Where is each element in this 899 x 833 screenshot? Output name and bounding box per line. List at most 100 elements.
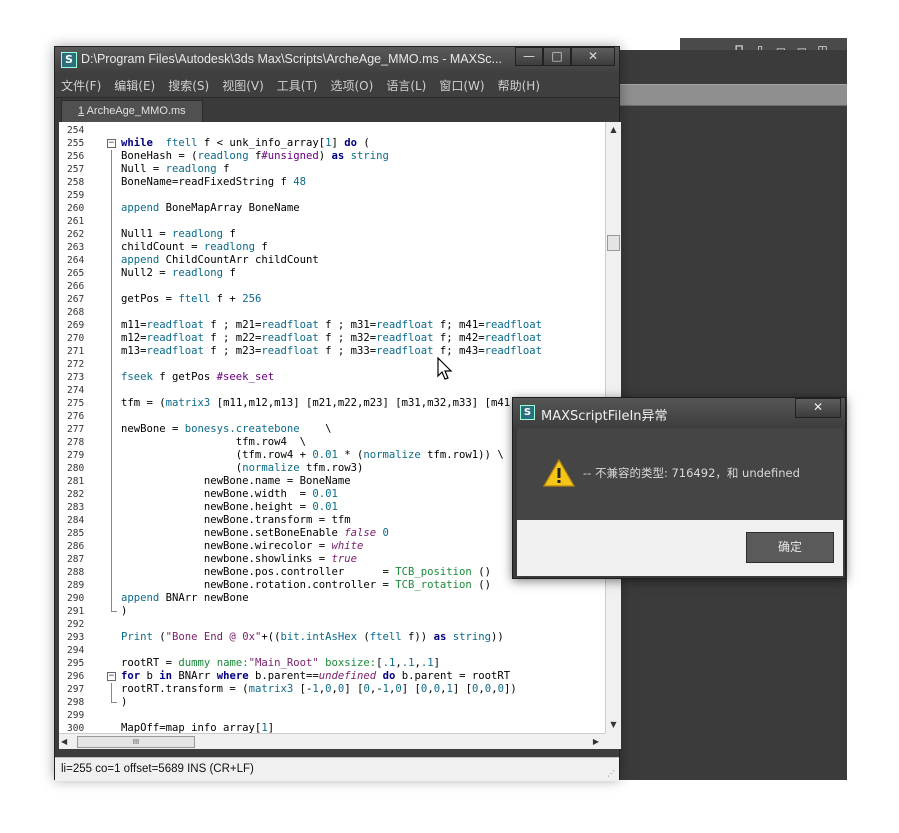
horizontal-scroll-thumb[interactable]: III (77, 736, 195, 748)
line-number: 286 (67, 541, 85, 552)
menu-bar: 文件(F) 编辑(E) 搜索(S) 视图(V) 工具(T) 选项(O) 语言(L… (55, 73, 619, 97)
resize-grip-icon[interactable]: ⋰ (607, 769, 615, 778)
mouse-cursor-icon (437, 357, 453, 380)
fold-guide (111, 371, 112, 384)
code-line[interactable]: 268 (59, 306, 599, 319)
menu-search[interactable]: 搜索(S) (168, 77, 209, 94)
fold-guide (111, 293, 112, 306)
code-line[interactable]: 274 (59, 384, 599, 397)
code-text: newbone.showlinks = true (121, 553, 357, 565)
code-line[interactable]: 260 append BoneMapArray BoneName (59, 202, 599, 215)
menu-edit[interactable]: 编辑(E) (114, 77, 155, 94)
code-line[interactable]: 266 (59, 280, 599, 293)
code-line[interactable]: 272 (59, 358, 599, 371)
code-line[interactable]: 291) (59, 605, 599, 618)
line-number: 294 (67, 645, 85, 656)
line-number: 257 (67, 164, 85, 175)
code-line[interactable]: 295 rootRT = dummy name:"Main_Root" boxsi… (59, 657, 599, 670)
code-line[interactable]: 269 m11=readfloat f ; m21=readfloat f ; m… (59, 319, 599, 332)
menu-window[interactable]: 窗口(W) (439, 77, 484, 94)
horizontal-scrollbar[interactable]: ◀ III ▶ (59, 733, 605, 749)
code-line[interactable]: 290 append BNArr newBone (59, 592, 599, 605)
dialog-title-bar[interactable]: S MAXScriptFileIn异常 ✕ (513, 398, 845, 428)
line-number: 277 (67, 424, 85, 435)
code-line[interactable]: 259 (59, 189, 599, 202)
code-text: getPos = ftell f + 256 (121, 293, 262, 305)
fold-guide (111, 228, 112, 241)
scroll-up-arrow-icon[interactable]: ▲ (606, 122, 621, 138)
line-number: 254 (67, 125, 85, 136)
menu-help[interactable]: 帮助(H) (498, 77, 540, 94)
code-line[interactable]: 263 childCount = readlong f (59, 241, 599, 254)
fold-end-guide (111, 696, 117, 703)
fold-guide (111, 254, 112, 267)
code-line[interactable]: 273 fseek f getPos #seek_set (59, 371, 599, 384)
fold-toggle-icon[interactable]: − (107, 139, 116, 148)
code-line[interactable]: 258 BoneName=readFixedString f 48 (59, 176, 599, 189)
scroll-down-arrow-icon[interactable]: ▼ (606, 717, 621, 733)
vertical-scroll-thumb[interactable] (607, 235, 620, 251)
scroll-left-arrow-icon[interactable]: ◀ (61, 734, 67, 750)
code-text: BoneHash = (readlong f#unsigned) as stri… (121, 150, 389, 162)
code-text: newBone.width = 0.01 (121, 488, 338, 500)
code-line[interactable]: 254 (59, 124, 599, 137)
code-line[interactable]: 271 m13=readfloat f ; m23=readfloat f ; m… (59, 345, 599, 358)
code-line[interactable]: 270 m12=readfloat f ; m22=readfloat f ; m… (59, 332, 599, 345)
code-line[interactable]: 296 − for b in BNArr where b.parent==undef… (59, 670, 599, 683)
ok-button[interactable]: 确定 (746, 532, 834, 563)
code-line[interactable]: 261 (59, 215, 599, 228)
code-text: newBone.wirecolor = white (121, 540, 364, 552)
code-text: newBone.rotation.controller = TCB_rotati… (121, 579, 491, 591)
code-text: (tfm.row4 + 0.01 * (normalize tfm.row1))… (121, 449, 504, 461)
scroll-right-arrow-icon[interactable]: ▶ (593, 734, 599, 750)
tab-archeage-mmo[interactable]: 1 ArcheAge_MMO.ms (61, 100, 203, 122)
menu-view[interactable]: 视图(V) (222, 77, 264, 94)
menu-language[interactable]: 语言(L) (386, 77, 426, 94)
fold-guide (111, 397, 112, 410)
line-number: 270 (67, 333, 85, 344)
code-line[interactable]: 300 MapOff=map_info_array[1] (59, 722, 599, 733)
minimize-button[interactable]: — (515, 47, 543, 66)
code-line[interactable]: 293 Print ("Bone End @ 0x"+((bit.intAsHex… (59, 631, 599, 644)
code-line[interactable]: 265 Null2 = readlong f (59, 267, 599, 280)
fold-end-guide (111, 605, 117, 612)
fold-guide (111, 553, 112, 566)
code-line[interactable]: 262 Null1 = readlong f (59, 228, 599, 241)
code-line[interactable]: 294 (59, 644, 599, 657)
fold-guide (111, 267, 112, 280)
code-line[interactable]: 257 Null = readlong f (59, 163, 599, 176)
code-line[interactable]: 292 (59, 618, 599, 631)
menu-file[interactable]: 文件(F) (61, 77, 101, 94)
line-number: 274 (67, 385, 85, 396)
fold-guide (111, 319, 112, 332)
code-line[interactable]: 255 − while ftell f < unk_info_array[1] do… (59, 137, 599, 150)
line-number: 268 (67, 307, 85, 318)
title-bar[interactable]: S D:\Program Files\Autodesk\3ds Max\Scri… (55, 47, 619, 73)
code-line[interactable]: 299 (59, 709, 599, 722)
code-text: m12=readfloat f ; m22=readfloat f ; m32=… (121, 332, 542, 344)
error-dialog: S MAXScriptFileIn异常 ✕ -- 不兼容的类型: 716492，… (512, 397, 846, 579)
code-line[interactable]: 256 BoneHash = (readlong f#unsigned) as s… (59, 150, 599, 163)
code-line[interactable]: 298) (59, 696, 599, 709)
fold-guide (111, 592, 112, 605)
line-number: 260 (67, 203, 85, 214)
line-number: 271 (67, 346, 85, 357)
code-text: newBone.transform = tfm (121, 514, 351, 526)
code-line[interactable]: 267 getPos = ftell f + 256 (59, 293, 599, 306)
menu-tools[interactable]: 工具(T) (277, 77, 318, 94)
maximize-button[interactable]: □ (543, 47, 571, 66)
menu-options[interactable]: 选项(O) (331, 77, 374, 94)
line-number: 285 (67, 528, 85, 539)
close-button[interactable]: ✕ (571, 47, 615, 66)
code-text: rootRT.transform = (matrix3 [-1,0,0] [0,… (121, 683, 517, 695)
code-line[interactable]: 264 append ChildCountArr childCount (59, 254, 599, 267)
dialog-close-button[interactable]: ✕ (795, 398, 841, 418)
code-text: newBone.pos.controller = TCB_position () (121, 566, 491, 578)
line-number: 267 (67, 294, 85, 305)
code-text: m11=readfloat f ; m21=readfloat f ; m31=… (121, 319, 542, 331)
code-line[interactable]: 289 newBone.rotation.controller = TCB_ro… (59, 579, 599, 592)
fold-guide (111, 501, 112, 514)
fold-toggle-icon[interactable]: − (107, 672, 116, 681)
code-line[interactable]: 297 rootRT.transform = (matrix3 [-1,0,0] … (59, 683, 599, 696)
code-text: (normalize tfm.row3) (121, 462, 364, 474)
